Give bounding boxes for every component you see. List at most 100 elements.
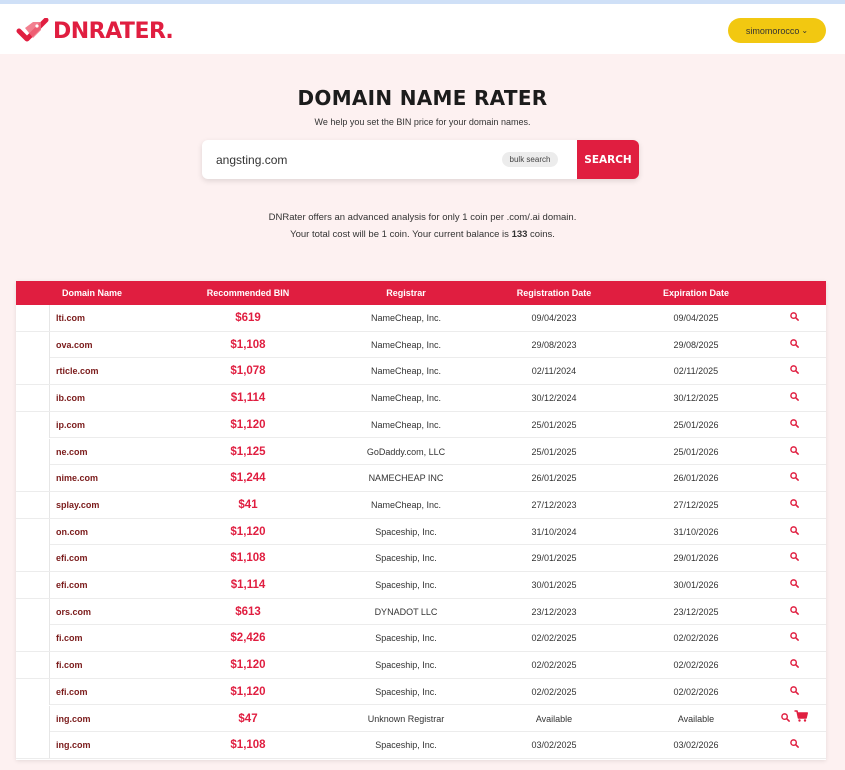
domain-name-cell[interactable]: efi.com: [56, 572, 166, 598]
search-icon[interactable]: [789, 679, 799, 705]
domain-name-cell[interactable]: lti.com: [56, 305, 166, 331]
registrar-cell: NameCheap, Inc.: [370, 366, 442, 377]
recommended-bin-cell: $619: [235, 312, 261, 324]
domain-name-cell[interactable]: efi.com: [56, 679, 166, 705]
recommended-bin-cell: $1,125: [230, 445, 266, 458]
search-icon[interactable]: [789, 439, 799, 465]
domain-name-cell[interactable]: nime.com: [56, 465, 166, 491]
expiration-date-cell: 27/12/2025: [673, 499, 719, 510]
search-icon[interactable]: [789, 519, 799, 545]
table-row: fi.com $1,120 Spaceship, Inc. 02/02/2025 02/…: [16, 652, 826, 679]
recommended-bin-cell: $1,108: [230, 338, 266, 351]
expiration-date-cell: 31/10/2026: [673, 526, 719, 537]
search-icon[interactable]: [789, 358, 799, 384]
row-actions: [764, 679, 824, 705]
results-table: Domain Name Recommended BIN Registrar Re…: [16, 281, 826, 760]
search-icon[interactable]: [789, 305, 799, 331]
brand-dot: .: [165, 18, 174, 44]
table-row: efi.com $1,108 Spaceship, Inc. 29/01/2025 29…: [16, 545, 826, 572]
domain-name-cell[interactable]: fi.com: [56, 652, 166, 678]
table-row: ing.com $1,108 Spaceship, Inc. 03/02/2025 03…: [16, 732, 826, 759]
registration-date-cell: 09/04/2023: [531, 313, 577, 323]
table-header: Domain Name Recommended BIN Registrar Re…: [16, 281, 826, 305]
search-icon[interactable]: [789, 545, 799, 571]
cost-info-line2: Your total cost will be 1 coin. Your cur…: [0, 226, 845, 243]
row-actions: [764, 625, 824, 651]
recommended-bin-cell: $1,120: [230, 418, 266, 431]
expiration-date-cell: 02/02/2026: [673, 660, 719, 671]
registrar-cell: Spaceship, Inc.: [375, 660, 437, 671]
search-icon[interactable]: [789, 625, 799, 651]
bulk-search-button[interactable]: bulk search: [502, 152, 558, 167]
recommended-bin-cell: $1,120: [230, 525, 266, 538]
row-gutter: [16, 545, 50, 572]
row-gutter: [16, 705, 50, 732]
table-row: ing.com $47 Unknown Registrar Available Avai…: [16, 705, 826, 733]
search-icon[interactable]: [789, 332, 799, 358]
domain-name-cell[interactable]: ova.com: [56, 332, 166, 358]
search-icon[interactable]: [789, 412, 799, 438]
expiration-date-cell: 09/04/2025: [673, 313, 719, 323]
registrar-cell: NameCheap, Inc.: [370, 393, 442, 404]
row-gutter: [16, 518, 50, 545]
domain-name-cell[interactable]: ors.com: [56, 599, 166, 625]
table-row: ors.com $613 DYNADOT LLC 23/12/2023 23/12/20…: [16, 598, 826, 626]
search-icon[interactable]: [789, 599, 799, 625]
domain-name-cell[interactable]: ing.com: [56, 732, 166, 758]
table-row: ova.com $1,108 NameCheap, Inc. 29/08/2023 29…: [16, 331, 826, 359]
domain-name-cell[interactable]: fi.com: [56, 625, 166, 651]
row-actions: [764, 706, 824, 732]
header-registration-date: Registration Date: [516, 288, 592, 298]
domain-name-cell[interactable]: splay.com: [56, 492, 166, 518]
registration-date-cell: 29/01/2025: [531, 553, 577, 564]
search-icon[interactable]: [789, 732, 799, 758]
brand-name: DNRATER: [53, 18, 166, 44]
row-gutter: [16, 652, 50, 679]
table-row: efi.com $1,120 Spaceship, Inc. 02/02/2025 02…: [16, 678, 826, 706]
registration-date-cell: 25/01/2025: [531, 419, 577, 430]
search-icon[interactable]: [789, 385, 799, 411]
search-icon[interactable]: [789, 465, 799, 491]
table-row: ip.com $1,120 NameCheap, Inc. 25/01/2025 25/…: [16, 411, 826, 439]
domain-name-cell[interactable]: ing.com: [56, 706, 166, 732]
recommended-bin-cell: $1,078: [230, 365, 266, 378]
search-icon[interactable]: [789, 572, 799, 598]
search-button[interactable]: SEARCH: [577, 140, 639, 179]
domain-name-cell[interactable]: ib.com: [56, 385, 166, 411]
row-actions: [764, 412, 824, 438]
logo-link[interactable]: DNRATER .: [16, 16, 174, 46]
row-gutter: [16, 491, 50, 518]
registrar-cell: NameCheap, Inc.: [370, 339, 442, 350]
domain-search-input[interactable]: [216, 140, 496, 179]
recommended-bin-cell: $1,120: [230, 659, 266, 672]
row-gutter: [16, 438, 50, 465]
registrar-cell: Spaceship, Inc.: [375, 633, 437, 644]
domain-name-cell[interactable]: on.com: [56, 519, 166, 545]
search-icon[interactable]: [789, 652, 799, 678]
expiration-date-cell: 02/02/2026: [673, 633, 719, 644]
search-icon[interactable]: [780, 706, 790, 732]
domain-name-cell[interactable]: rticle.com: [56, 358, 166, 384]
balance-prefix: Your total cost will be 1 coin. Your cur…: [290, 229, 512, 240]
recommended-bin-cell: $41: [238, 498, 258, 511]
domain-name-cell[interactable]: ne.com: [56, 439, 166, 465]
registration-date-cell: 02/02/2025: [531, 660, 577, 671]
row-actions: [764, 545, 824, 571]
domain-name-cell[interactable]: efi.com: [56, 545, 166, 571]
registrar-cell: DYNADOT LLC: [374, 606, 438, 617]
cart-icon[interactable]: [794, 706, 808, 732]
registrar-cell: Spaceship, Inc.: [375, 526, 437, 537]
row-gutter: [16, 465, 50, 492]
row-gutter: [16, 411, 50, 438]
row-gutter: [16, 732, 50, 759]
domain-name-cell[interactable]: ip.com: [56, 412, 166, 438]
registrar-cell: Spaceship, Inc.: [375, 740, 437, 751]
cost-info: DNRater offers an advanced analysis for …: [0, 209, 845, 243]
registrar-cell: Spaceship, Inc.: [375, 580, 437, 590]
row-gutter: [16, 572, 50, 598]
registrar-cell: NAMECHEAP INC: [368, 473, 444, 484]
user-menu-button[interactable]: simomorocco ⌄: [728, 18, 826, 43]
expiration-date-cell: 29/08/2025: [673, 339, 719, 350]
search-icon[interactable]: [789, 492, 799, 518]
row-actions: [764, 332, 824, 358]
